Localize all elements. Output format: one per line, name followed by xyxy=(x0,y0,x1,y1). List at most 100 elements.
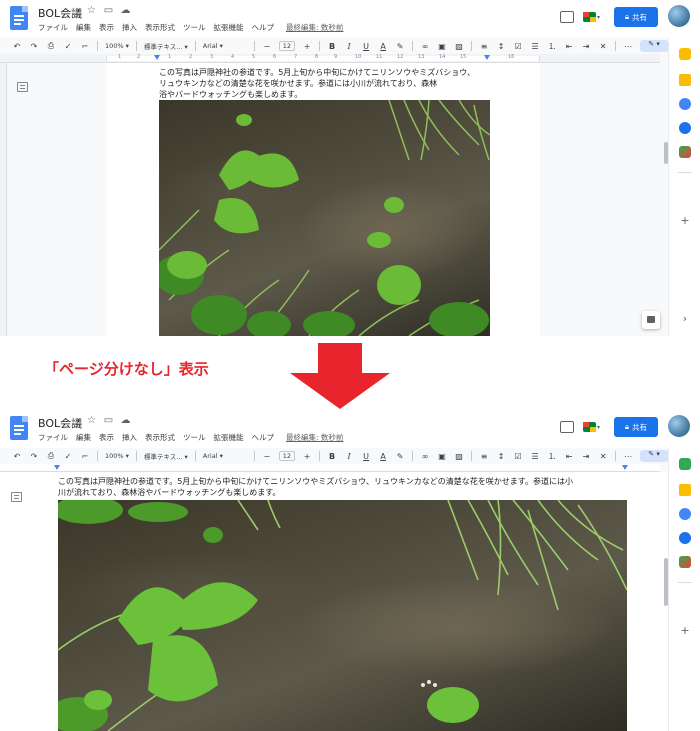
folder-icon[interactable]: ▭ xyxy=(103,5,114,16)
clear-format-icon[interactable]: ✕ xyxy=(598,452,608,461)
document-photo[interactable] xyxy=(159,100,490,336)
menu-help[interactable]: ヘルプ xyxy=(252,432,275,443)
print-icon[interactable]: ⎙ xyxy=(46,451,56,461)
increase-font-icon[interactable]: + xyxy=(302,42,312,51)
spellcheck-icon[interactable]: ✓ xyxy=(63,452,73,461)
print-icon[interactable]: ⎙ xyxy=(46,41,56,51)
meet-icon[interactable]: ▾ xyxy=(583,420,605,434)
style-select[interactable]: 標準テキス... ▾ xyxy=(144,451,188,461)
font-select[interactable]: Arial ▾ xyxy=(203,452,247,460)
horizontal-ruler[interactable] xyxy=(0,464,660,472)
tasks-icon[interactable] xyxy=(679,98,691,110)
menu-format[interactable]: 表示形式 xyxy=(145,432,175,443)
checklist-icon[interactable]: ☑ xyxy=(513,452,523,461)
style-select[interactable]: 標準テキス... ▾ xyxy=(144,41,188,51)
docs-logo-icon[interactable] xyxy=(10,416,28,440)
decrease-font-icon[interactable]: − xyxy=(262,452,272,461)
document-page[interactable]: この写真は戸隠神社の参道です。5月上旬から中旬にかけてニリンソウやミズバショウ、… xyxy=(0,472,668,731)
paint-format-icon[interactable]: ⌐ xyxy=(80,452,90,461)
line-spacing-icon[interactable]: ↕ xyxy=(496,42,506,51)
line-spacing-icon[interactable]: ↕ xyxy=(496,452,506,461)
vertical-ruler[interactable] xyxy=(0,63,7,336)
underline-icon[interactable]: U xyxy=(361,452,371,461)
text-color-icon[interactable]: A xyxy=(378,452,388,461)
insert-comment-icon[interactable]: ▣ xyxy=(437,42,447,51)
calendar-icon[interactable] xyxy=(679,484,691,496)
contacts-icon[interactable] xyxy=(679,532,691,544)
calendar-icon[interactable] xyxy=(679,74,691,86)
maps-icon[interactable] xyxy=(679,146,691,158)
font-size-input[interactable]: 12 xyxy=(278,451,296,461)
star-icon[interactable]: ☆ xyxy=(86,5,97,16)
last-edit-link[interactable]: 最終編集: 数秒前 xyxy=(286,22,343,33)
tasks-icon[interactable] xyxy=(679,508,691,520)
insert-comment-icon[interactable]: ▣ xyxy=(437,452,447,461)
underline-icon[interactable]: U xyxy=(361,42,371,51)
bullet-list-icon[interactable]: ☰ xyxy=(530,42,540,51)
outdent-icon[interactable]: ⇤ xyxy=(564,452,574,461)
text-color-icon[interactable]: A xyxy=(378,42,388,51)
undo-icon[interactable]: ↶ xyxy=(12,42,22,51)
bullet-list-icon[interactable]: ☰ xyxy=(530,452,540,461)
decrease-font-icon[interactable]: − xyxy=(262,42,272,51)
menu-edit[interactable]: 編集 xyxy=(76,432,91,443)
link-icon[interactable]: ∞ xyxy=(420,452,430,461)
meet-icon[interactable]: ▾ xyxy=(583,10,605,24)
bold-icon[interactable]: B xyxy=(327,42,337,51)
more-icon[interactable]: ⋯ xyxy=(623,42,633,51)
menu-insert[interactable]: 挿入 xyxy=(122,22,137,33)
italic-icon[interactable]: I xyxy=(344,42,354,51)
indent-icon[interactable]: ⇥ xyxy=(581,452,591,461)
comment-history-icon[interactable] xyxy=(560,11,574,23)
align-icon[interactable]: ≡ xyxy=(479,452,489,461)
edit-mode-icon[interactable]: ✎ ▾ xyxy=(640,450,669,462)
highlight-icon[interactable]: ✎ xyxy=(395,42,405,51)
more-icon[interactable]: ⋯ xyxy=(623,452,633,461)
indent-marker[interactable] xyxy=(54,465,60,470)
docs-logo-icon[interactable] xyxy=(10,6,28,30)
menu-insert[interactable]: 挿入 xyxy=(122,432,137,443)
avatar[interactable] xyxy=(668,5,690,27)
chevron-right-icon[interactable]: › xyxy=(679,312,691,325)
spellcheck-icon[interactable]: ✓ xyxy=(63,42,73,51)
menu-view[interactable]: 表示 xyxy=(99,432,114,443)
clear-format-icon[interactable]: ✕ xyxy=(598,42,608,51)
document-outline-icon[interactable] xyxy=(11,492,22,502)
menu-file[interactable]: ファイル xyxy=(38,432,68,443)
folder-icon[interactable]: ▭ xyxy=(103,415,114,426)
share-button[interactable]: 🔒︎ 共有 xyxy=(614,7,658,27)
doc-title[interactable]: BOL会議 xyxy=(38,415,82,431)
paint-format-icon[interactable]: ⌐ xyxy=(80,42,90,51)
keep-icon[interactable] xyxy=(679,48,691,60)
doc-title[interactable]: BOL会議 xyxy=(38,5,82,21)
horizontal-ruler[interactable]: 1 2 1 2 3 4 5 6 7 8 9 10 11 12 13 14 15 … xyxy=(0,54,660,63)
avatar[interactable] xyxy=(668,415,690,437)
menu-tools[interactable]: ツール xyxy=(183,22,206,33)
menu-edit[interactable]: 編集 xyxy=(76,22,91,33)
cloud-icon[interactable]: ☁ xyxy=(120,5,131,16)
document-photo[interactable] xyxy=(58,500,627,731)
add-addon-icon[interactable]: + xyxy=(679,624,691,637)
italic-icon[interactable]: I xyxy=(344,452,354,461)
menu-file[interactable]: ファイル xyxy=(38,22,68,33)
right-indent-marker[interactable] xyxy=(622,465,628,470)
keep-icon[interactable] xyxy=(679,458,691,470)
document-body[interactable]: この写真は戸隠神社の参道です。5月上旬から中旬にかけてニリンソウやミズバショウ、… xyxy=(159,67,499,100)
comment-history-icon[interactable] xyxy=(560,421,574,433)
increase-font-icon[interactable]: + xyxy=(302,452,312,461)
cloud-icon[interactable]: ☁ xyxy=(120,415,131,426)
document-body[interactable]: この写真は戸隠神社の参道です。5月上旬から中旬にかけてニリンソウやミズバショウ、… xyxy=(58,476,630,498)
image-icon[interactable]: ▨ xyxy=(454,452,464,461)
zoom-select[interactable]: 100% ▾ xyxy=(105,42,129,50)
redo-icon[interactable]: ↷ xyxy=(29,452,39,461)
link-icon[interactable]: ∞ xyxy=(420,42,430,51)
add-addon-icon[interactable]: + xyxy=(679,214,691,227)
align-icon[interactable]: ≡ xyxy=(479,42,489,51)
font-size-input[interactable]: 12 xyxy=(278,41,296,51)
share-button[interactable]: 🔒︎ 共有 xyxy=(614,417,658,437)
add-comment-button[interactable] xyxy=(642,311,660,329)
contacts-icon[interactable] xyxy=(679,122,691,134)
numbered-list-icon[interactable]: ⒈ xyxy=(547,451,557,462)
star-icon[interactable]: ☆ xyxy=(86,415,97,426)
indent-marker[interactable] xyxy=(154,55,160,60)
